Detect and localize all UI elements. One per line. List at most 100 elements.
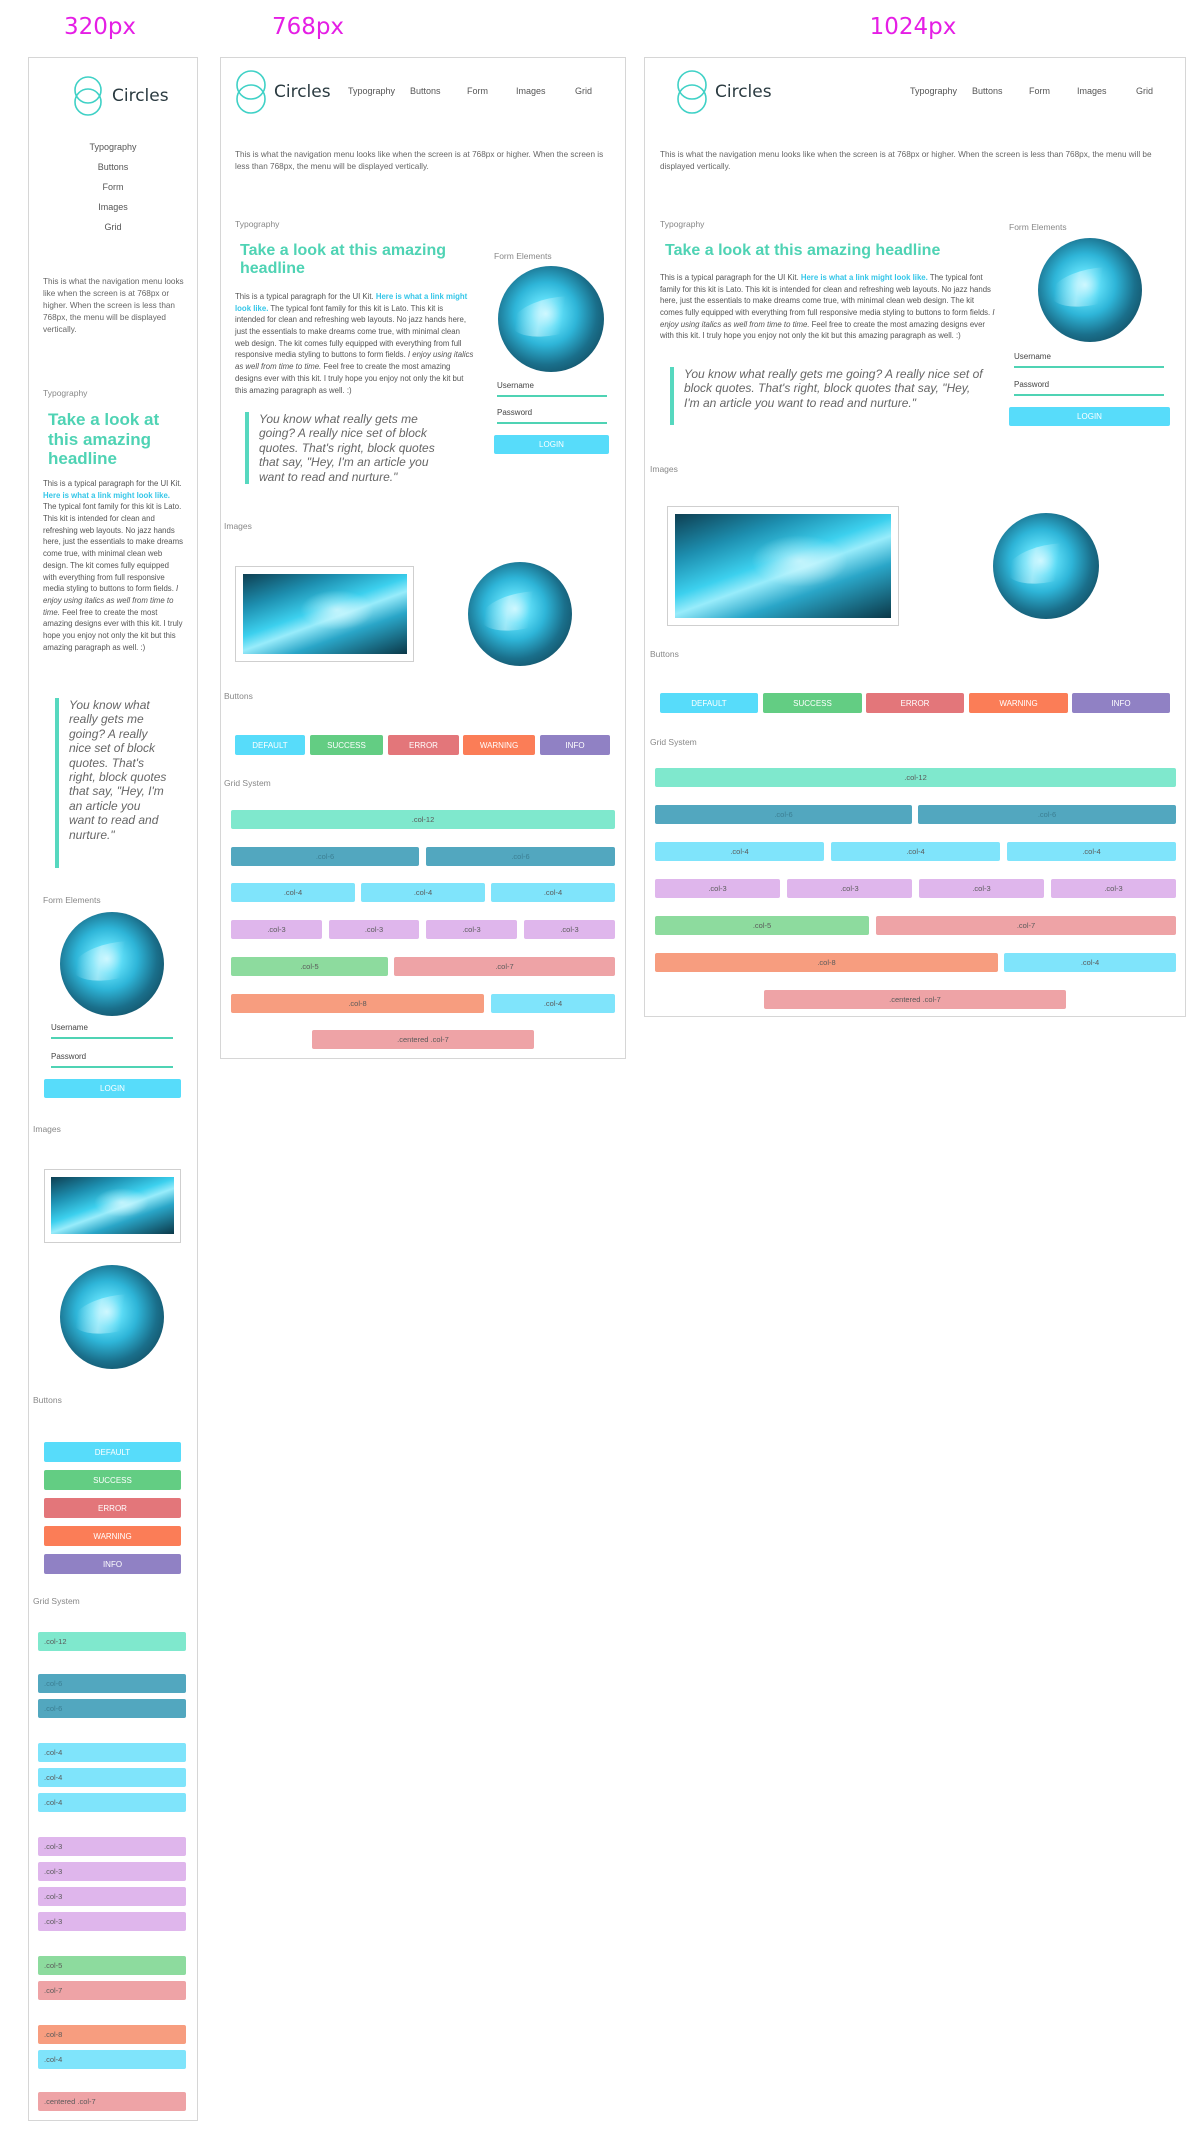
nav-item-typography[interactable]: Typography: [348, 86, 395, 96]
login-button[interactable]: LOGIN: [44, 1079, 181, 1098]
password-field[interactable]: Password: [1014, 380, 1164, 396]
success-button[interactable]: SUCCESS: [44, 1470, 181, 1490]
warning-button[interactable]: WARNING: [969, 693, 1068, 713]
grid-col-7: .col-7: [394, 957, 615, 976]
breakpoint-label-320: 320px: [63, 14, 137, 40]
logo-320[interactable]: Circles: [70, 76, 169, 116]
brand-name: Circles: [715, 82, 772, 102]
grid-col-8: .col-8: [38, 2025, 186, 2044]
grid-centered-col-7: .centered .col-7: [312, 1030, 534, 1049]
nav-item-images[interactable]: Images: [516, 86, 546, 96]
error-button[interactable]: ERROR: [388, 735, 459, 755]
circle-image: [60, 1265, 164, 1369]
error-button[interactable]: ERROR: [866, 693, 964, 713]
frame-768: [220, 57, 626, 1059]
paragraph: This is a typical paragraph for the UI K…: [43, 478, 183, 653]
nav-item-typography[interactable]: Typography: [910, 86, 957, 96]
section-label-grid: Grid System: [224, 778, 271, 788]
grid-col-3: .col-3: [38, 1862, 186, 1881]
grid-centered-col-7: .centered .col-7: [38, 2092, 186, 2111]
nav-item-images[interactable]: Images: [1077, 86, 1107, 96]
login-button[interactable]: LOGIN: [494, 435, 609, 454]
paragraph-lead: This is a typical paragraph for the UI K…: [43, 479, 182, 488]
grid-col-3: .col-3: [231, 920, 322, 939]
grid-col-4: .col-4: [491, 994, 615, 1013]
grid-col-4: .col-4: [655, 842, 824, 861]
warning-button[interactable]: WARNING: [44, 1526, 181, 1546]
success-button[interactable]: SUCCESS: [310, 735, 383, 755]
grid-col-12: .col-12: [38, 1632, 186, 1651]
paragraph-link[interactable]: Here is what a link might look like.: [43, 491, 170, 500]
nav-item-grid[interactable]: Grid: [28, 217, 198, 237]
section-label-images: Images: [33, 1124, 61, 1134]
grid-col-6: .col-6: [426, 847, 615, 866]
nav-item-grid[interactable]: Grid: [575, 86, 592, 96]
info-button[interactable]: INFO: [1072, 693, 1170, 713]
headline: Take a look at this amazing headline: [240, 242, 446, 278]
landscape-image: [675, 514, 891, 618]
breakpoint-label-1024: 1024px: [869, 14, 957, 40]
logo-1024[interactable]: Circles: [675, 70, 772, 114]
grid-col-3: .col-3: [1051, 879, 1176, 898]
password-field[interactable]: Password: [51, 1052, 173, 1068]
nav-item-typography[interactable]: Typography: [28, 137, 198, 157]
success-button[interactable]: SUCCESS: [763, 693, 862, 713]
grid-centered-col-7: .centered .col-7: [764, 990, 1066, 1009]
grid-col-3: .col-3: [38, 1837, 186, 1856]
nav-item-form[interactable]: Form: [467, 86, 488, 96]
intro-text: This is what the navigation menu looks l…: [43, 277, 184, 334]
nav-item-grid[interactable]: Grid: [1136, 86, 1153, 96]
grid-col-8: .col-8: [655, 953, 998, 972]
grid-col-4: .col-4: [38, 1768, 186, 1787]
info-button[interactable]: INFO: [44, 1554, 181, 1574]
nav-item-buttons[interactable]: Buttons: [972, 86, 1003, 96]
grid-col-6: .col-6: [655, 805, 912, 824]
landscape-image: [51, 1177, 174, 1234]
grid-col-3: .col-3: [38, 1912, 186, 1931]
grid-col-6: .col-6: [38, 1674, 186, 1693]
password-field[interactable]: Password: [497, 408, 607, 424]
brand-name: Circles: [112, 86, 169, 106]
warning-button[interactable]: WARNING: [463, 735, 535, 755]
nav-item-form[interactable]: Form: [28, 177, 198, 197]
default-button[interactable]: DEFAULT: [660, 693, 758, 713]
grid-col-3: .col-3: [919, 879, 1044, 898]
breakpoint-label-768: 768px: [271, 14, 345, 40]
default-button[interactable]: DEFAULT: [44, 1442, 181, 1462]
circles-logo-icon: [236, 70, 266, 114]
section-label-buttons: Buttons: [224, 691, 253, 701]
grid-col-8: .col-8: [231, 994, 484, 1013]
intro-text: This is what the navigation menu looks l…: [660, 150, 1152, 171]
nav-item-form[interactable]: Form: [1029, 86, 1050, 96]
username-field[interactable]: Username: [1014, 352, 1164, 368]
grid-col-4: .col-4: [1004, 953, 1176, 972]
paragraph-link[interactable]: Here is what a link might look like.: [801, 273, 928, 282]
username-field[interactable]: Username: [497, 381, 607, 397]
section-label-images: Images: [224, 521, 252, 531]
username-field[interactable]: Username: [51, 1023, 173, 1039]
paragraph: This is a typical paragraph for the UI K…: [235, 291, 475, 396]
login-button[interactable]: LOGIN: [1009, 407, 1170, 426]
section-label-typography: Typography: [43, 388, 88, 398]
grid-col-7: .col-7: [38, 1981, 186, 2000]
circle-image: [993, 513, 1099, 619]
default-button[interactable]: DEFAULT: [235, 735, 305, 755]
grid-col-7: .col-7: [876, 916, 1176, 935]
grid-col-4: .col-4: [1007, 842, 1176, 861]
headline: Take a look at this amazing headline: [665, 242, 941, 259]
grid-col-3: .col-3: [329, 920, 419, 939]
grid-col-4: .col-4: [491, 883, 615, 902]
nav-item-buttons[interactable]: Buttons: [410, 86, 441, 96]
grid-col-4: .col-4: [361, 883, 485, 902]
logo-768[interactable]: Circles: [234, 70, 331, 114]
error-button[interactable]: ERROR: [44, 1498, 181, 1518]
grid-col-5: .col-5: [38, 1956, 186, 1975]
circle-image: [60, 912, 164, 1016]
info-button[interactable]: INFO: [540, 735, 610, 755]
nav-item-images[interactable]: Images: [28, 197, 198, 217]
circle-image: [1038, 238, 1142, 342]
nav-item-buttons[interactable]: Buttons: [28, 157, 198, 177]
section-label-buttons: Buttons: [33, 1395, 62, 1405]
section-label-grid: Grid System: [33, 1596, 80, 1606]
grid-col-12: .col-12: [655, 768, 1176, 787]
